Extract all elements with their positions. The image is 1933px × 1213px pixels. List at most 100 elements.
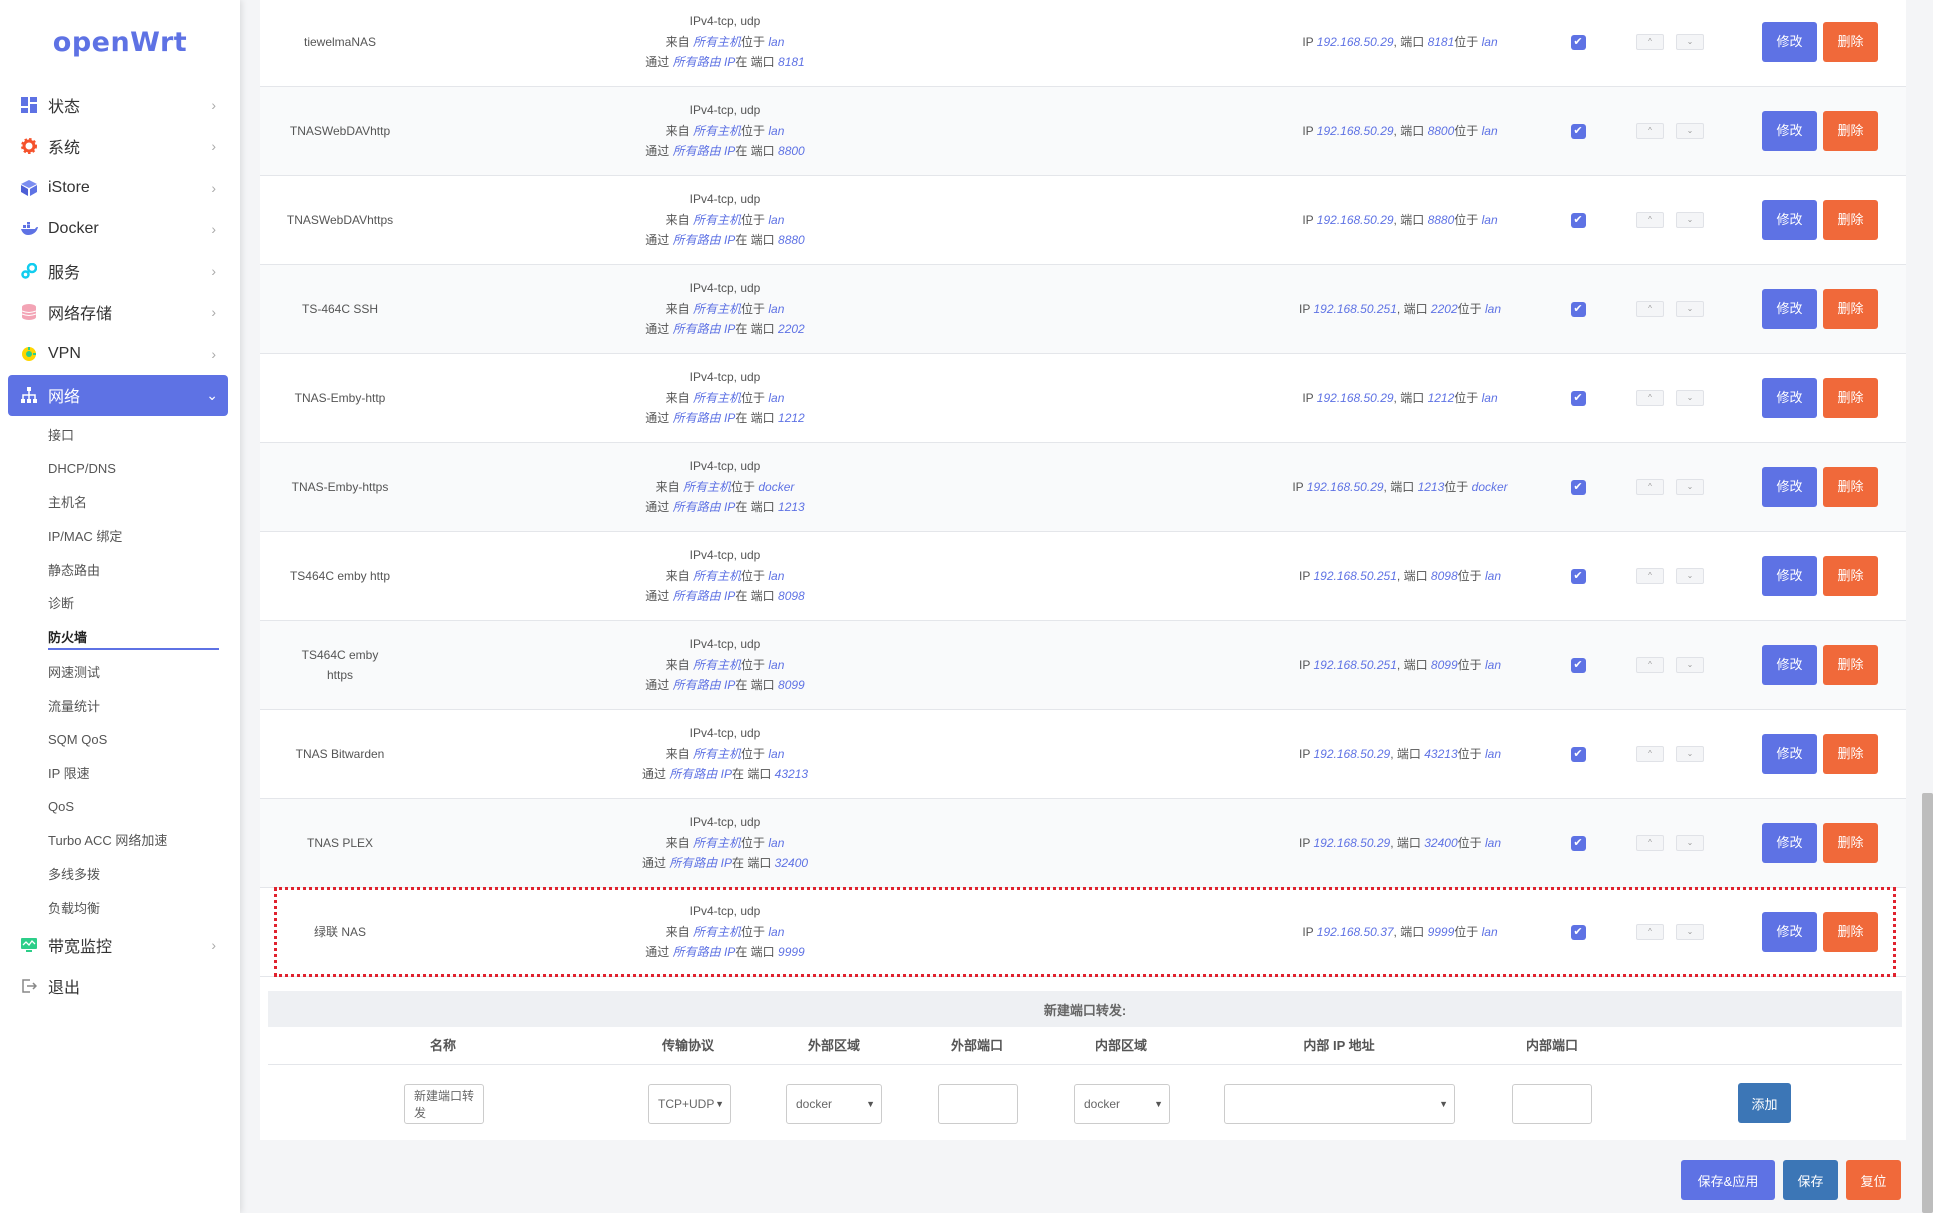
target-ip-link[interactable]: 192.168.50.37 bbox=[1317, 925, 1394, 939]
source-zone-link[interactable]: lan bbox=[768, 124, 784, 138]
target-ip-link[interactable]: 192.168.50.251 bbox=[1313, 302, 1396, 316]
target-port-link[interactable]: 8181 bbox=[1428, 35, 1455, 49]
target-zone-link[interactable]: lan bbox=[1482, 925, 1498, 939]
source-zone-link[interactable]: lan bbox=[768, 747, 784, 761]
submenu-item-interfaces[interactable]: 接口 bbox=[0, 418, 240, 452]
sidebar-item-bandwidth-monitor[interactable]: 带宽监控 › bbox=[0, 924, 240, 966]
submenu-item-multiwan[interactable]: 多线多拨 bbox=[0, 857, 240, 891]
source-zone-link[interactable]: docker bbox=[758, 480, 794, 494]
source-zone-link[interactable]: lan bbox=[768, 836, 784, 850]
source-zone-link[interactable]: lan bbox=[768, 569, 784, 583]
via-ip-link[interactable]: 所有路由 IP bbox=[673, 678, 736, 692]
sidebar-item-system[interactable]: 系统 › bbox=[0, 126, 240, 168]
move-down-button[interactable]: ⌄ bbox=[1676, 301, 1704, 317]
target-port-link[interactable]: 1213 bbox=[1418, 480, 1445, 494]
edit-button[interactable]: 修改 bbox=[1762, 289, 1817, 329]
enabled-checkbox[interactable]: ✔ bbox=[1570, 657, 1586, 673]
enabled-checkbox[interactable]: ✔ bbox=[1570, 301, 1586, 317]
source-host-link[interactable]: 所有主机 bbox=[693, 658, 741, 672]
delete-button[interactable]: 删除 bbox=[1823, 645, 1878, 685]
target-port-link[interactable]: 43213 bbox=[1424, 747, 1457, 761]
edit-button[interactable]: 修改 bbox=[1762, 734, 1817, 774]
move-up-button[interactable]: ^ bbox=[1636, 568, 1664, 584]
submenu-item-sqm-qos[interactable]: SQM QoS bbox=[0, 722, 240, 756]
target-zone-link[interactable]: lan bbox=[1485, 569, 1501, 583]
source-host-link[interactable]: 所有主机 bbox=[693, 35, 741, 49]
target-ip-link[interactable]: 192.168.50.29 bbox=[1317, 35, 1394, 49]
target-zone-link[interactable]: lan bbox=[1482, 391, 1498, 405]
move-down-button[interactable]: ⌄ bbox=[1676, 746, 1704, 762]
source-host-link[interactable]: 所有主机 bbox=[693, 213, 741, 227]
ext-port-link[interactable]: 8800 bbox=[778, 144, 805, 158]
move-up-button[interactable]: ^ bbox=[1636, 390, 1664, 406]
edit-button[interactable]: 修改 bbox=[1762, 645, 1817, 685]
enabled-checkbox[interactable]: ✔ bbox=[1570, 212, 1586, 228]
protocol-select[interactable]: TCP+UDP ▼ bbox=[648, 1084, 731, 1124]
ext-port-link[interactable]: 8099 bbox=[778, 678, 805, 692]
target-ip-link[interactable]: 192.168.50.29 bbox=[1317, 124, 1394, 138]
move-down-button[interactable]: ⌄ bbox=[1676, 568, 1704, 584]
delete-button[interactable]: 删除 bbox=[1823, 22, 1878, 62]
int-ip-select[interactable]: ▼ bbox=[1224, 1084, 1455, 1124]
sidebar-item-status[interactable]: 状态 › bbox=[0, 84, 240, 126]
edit-button[interactable]: 修改 bbox=[1762, 556, 1817, 596]
target-port-link[interactable]: 8099 bbox=[1431, 658, 1458, 672]
delete-button[interactable]: 删除 bbox=[1823, 378, 1878, 418]
target-ip-link[interactable]: 192.168.50.29 bbox=[1317, 391, 1394, 405]
via-ip-link[interactable]: 所有路由 IP bbox=[673, 144, 736, 158]
enabled-checkbox[interactable]: ✔ bbox=[1570, 479, 1586, 495]
move-down-button[interactable]: ⌄ bbox=[1676, 390, 1704, 406]
move-up-button[interactable]: ^ bbox=[1636, 835, 1664, 851]
source-host-link[interactable]: 所有主机 bbox=[693, 124, 741, 138]
target-ip-link[interactable]: 192.168.50.29 bbox=[1313, 836, 1390, 850]
source-host-link[interactable]: 所有主机 bbox=[693, 836, 741, 850]
enabled-checkbox[interactable]: ✔ bbox=[1570, 746, 1586, 762]
ext-port-link[interactable]: 43213 bbox=[775, 767, 808, 781]
submenu-item-static-routes[interactable]: 静态路由 bbox=[0, 552, 240, 586]
move-down-button[interactable]: ⌄ bbox=[1676, 924, 1704, 940]
source-host-link[interactable]: 所有主机 bbox=[693, 747, 741, 761]
target-port-link[interactable]: 9999 bbox=[1428, 925, 1455, 939]
delete-button[interactable]: 删除 bbox=[1823, 556, 1878, 596]
move-up-button[interactable]: ^ bbox=[1636, 479, 1664, 495]
sidebar-item-vpn[interactable]: VPN › bbox=[0, 333, 240, 375]
move-down-button[interactable]: ⌄ bbox=[1676, 479, 1704, 495]
source-host-link[interactable]: 所有主机 bbox=[693, 302, 741, 316]
target-zone-link[interactable]: lan bbox=[1482, 124, 1498, 138]
submenu-item-diagnostics[interactable]: 诊断 bbox=[0, 586, 240, 620]
move-up-button[interactable]: ^ bbox=[1636, 301, 1664, 317]
move-down-button[interactable]: ⌄ bbox=[1676, 835, 1704, 851]
name-input[interactable]: 新建端口转发 bbox=[404, 1084, 484, 1124]
source-zone-link[interactable]: lan bbox=[768, 213, 784, 227]
submenu-item-traffic-stats[interactable]: 流量统计 bbox=[0, 689, 240, 723]
sidebar-item-network[interactable]: 网络 ⌄ bbox=[8, 374, 228, 416]
via-ip-link[interactable]: 所有路由 IP bbox=[669, 856, 732, 870]
target-zone-link[interactable]: docker bbox=[1472, 480, 1508, 494]
move-up-button[interactable]: ^ bbox=[1636, 924, 1664, 940]
via-ip-link[interactable]: 所有路由 IP bbox=[673, 55, 736, 69]
edit-button[interactable]: 修改 bbox=[1762, 912, 1817, 952]
via-ip-link[interactable]: 所有路由 IP bbox=[673, 589, 736, 603]
submenu-item-ip-limit[interactable]: IP 限速 bbox=[0, 756, 240, 790]
source-zone-link[interactable]: lan bbox=[768, 35, 784, 49]
target-zone-link[interactable]: lan bbox=[1485, 836, 1501, 850]
ext-port-link[interactable]: 1213 bbox=[778, 500, 805, 514]
edit-button[interactable]: 修改 bbox=[1762, 823, 1817, 863]
source-zone-link[interactable]: lan bbox=[768, 302, 784, 316]
sidebar-item-logout[interactable]: 退出 bbox=[0, 965, 240, 1007]
move-down-button[interactable]: ⌄ bbox=[1676, 123, 1704, 139]
target-port-link[interactable]: 8098 bbox=[1431, 569, 1458, 583]
submenu-item-ip-mac-binding[interactable]: IP/MAC 绑定 bbox=[0, 519, 240, 553]
enabled-checkbox[interactable]: ✔ bbox=[1570, 34, 1586, 50]
enabled-checkbox[interactable]: ✔ bbox=[1570, 568, 1586, 584]
edit-button[interactable]: 修改 bbox=[1762, 22, 1817, 62]
submenu-item-dhcp-dns[interactable]: DHCP/DNS bbox=[0, 452, 240, 486]
move-up-button[interactable]: ^ bbox=[1636, 34, 1664, 50]
move-up-button[interactable]: ^ bbox=[1636, 123, 1664, 139]
delete-button[interactable]: 删除 bbox=[1823, 823, 1878, 863]
target-port-link[interactable]: 8880 bbox=[1428, 213, 1455, 227]
move-down-button[interactable]: ⌄ bbox=[1676, 212, 1704, 228]
edit-button[interactable]: 修改 bbox=[1762, 467, 1817, 507]
source-zone-link[interactable]: lan bbox=[768, 925, 784, 939]
move-up-button[interactable]: ^ bbox=[1636, 657, 1664, 673]
